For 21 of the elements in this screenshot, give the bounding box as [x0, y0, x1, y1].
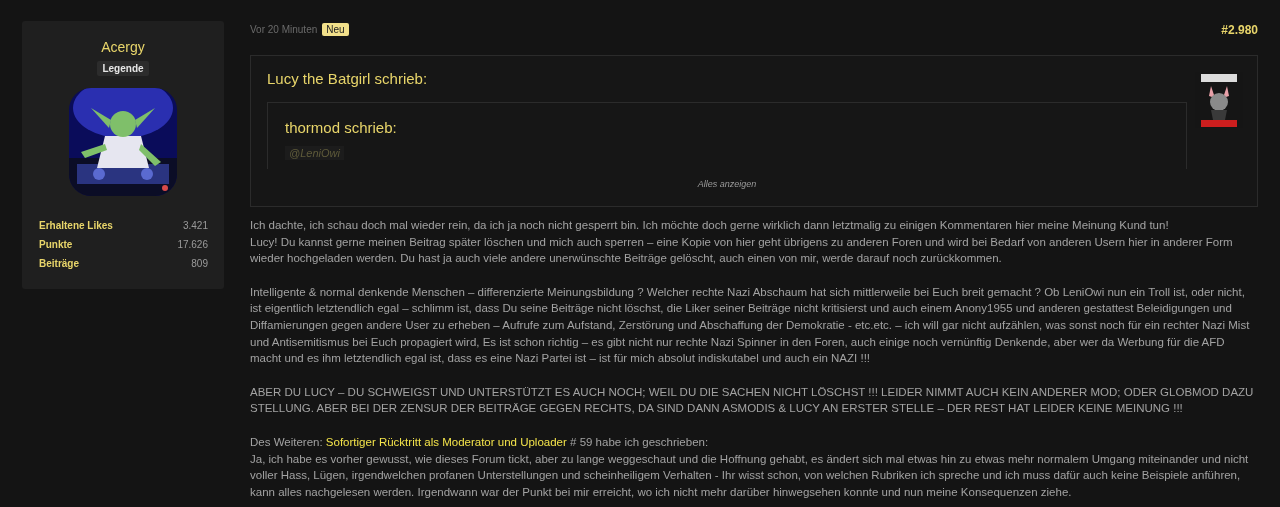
post-text: Lucy! Du kannst gerne meinen Beitrag später löschen und mich auch sperren – eine Kopie von hier geht übrigens zu anderen Foren und wird bei Bedarf von anderen Usern hier in anderer Form wieder hochgeladen werden. Du hast ja auch viele andere unerwünschte Beiträge gelöscht, auch einen von mir, werde darauf noch zurückkommen. [250, 234, 1234, 267]
post-text: Des Weiteren: Sofortiger Rücktritt als Moderator und Uploader # 59 habe ich geschrieben: [250, 434, 710, 450]
stat-value: 17.626 [177, 238, 208, 252]
rank-label: Legende [97, 61, 149, 76]
username[interactable]: Acergy [101, 39, 145, 55]
quote-author[interactable]: Lucy the Batgirl schrieb: [267, 70, 1187, 87]
quote-author[interactable]: thormod schrieb: [285, 119, 397, 136]
stat-label: Punkte [39, 238, 73, 252]
thread-link[interactable]: Sofortiger Rücktritt als Moderator und Uploader [325, 435, 567, 448]
stat-value: 809 [191, 257, 208, 271]
stat-value: 3.421 [182, 219, 208, 233]
post-time: Vor 20 Minuten [250, 24, 318, 35]
show-all-link[interactable]: Alles anzeigen [697, 179, 757, 189]
new-badge: Neu [322, 23, 349, 36]
post-text: Ich dachte, ich schau doch mal wieder rein, da ich ja noch nicht gesperrt bin. Ich möchte doch gerne wirklich dann letztmalig zu einigen Kommentaren hier meine Meinung Kund tun! [250, 218, 1170, 233]
post-text: Ja, ich habe es vorher gewusst, wie dieses Forum tickt, aber zu lange weggeschaut und die Hoffnung gehabt, es ändert sich mal etwas hin zu etwas mehr normalem Umgang miteinander und nicht voller Hass, Lügen, irgendwelchen profanen Unterstellungen und scheinheiligem Verhalten - Ihr wisst schon, von welchen Rubriken ich spreche und ich muss dafür auch keine Beispiele anführen, kann alles nachgelesen werden. Irgendwann war der Punkt bei mir erreicht, wo ich nicht mehr darüber hinwegsehen konnte und nun meine Konsequenzen ziehe. [250, 451, 1250, 500]
stat-label: Beiträge [39, 257, 79, 271]
post-text: ABER DU LUCY – DU SCHWEIGST UND UNTERSTÜTZT ES AUCH NOCH; WEIL DU DIE SACHEN NICHT LÖSCHST !!! LEIDER NIMMT AUCH KEIN ANDERER MOD; ODER GLOBMOD DAZU STELLUNG. ABER BEI DER ZENSUR DER BEITRÄGE GEGEN RECHTS, DA SIND DANN ASMODIS & LUCY AN ERSTER STELLE – DER REST HAT LEIDER KEINE MEINUNG !!! [250, 384, 1255, 417]
post-text: Intelligente & normal denkende Menschen – differenzierte Meinungsbildung ? Welcher rechte Nazi Abschaum hat sich mittlerweile bei Euch breit gemacht ? Ob LeniOwi nun ein Troll ist, oder nicht, ist eigentlich letztendlich egal – schlimm ist, dass Du seine Beiträge nicht löschst, die Liker seiner Beiträge nicht kritisierst und auch einem Anony1955 und anderen gestattest Beleidigungen und Diffamierungen gegen andere User zu erheben – Aufrufe zum Aufstand, Zerstörung und Abschaffung der Demokratie - etc.etc. – ich will gar nicht aufzählen, was sonst noch für ein rechter Nazi Mist und Antisemitismus bei Euch propagiert wird, Es ist schon richtig – es gibt nicht nur rechte Nazi Spinner in den Foren, auch einige noch vernünftig Denkende, aber wer da Werbung für die AFD macht und es ihm letztendlich egal ist, dass es eine Nazi Partei ist – ist für mich absolut indiskutabel und auch ein NAZI !!! [250, 284, 1251, 367]
stat-label: Erhaltene Likes [39, 219, 113, 233]
post-number[interactable]: #2.980 [1221, 22, 1258, 37]
